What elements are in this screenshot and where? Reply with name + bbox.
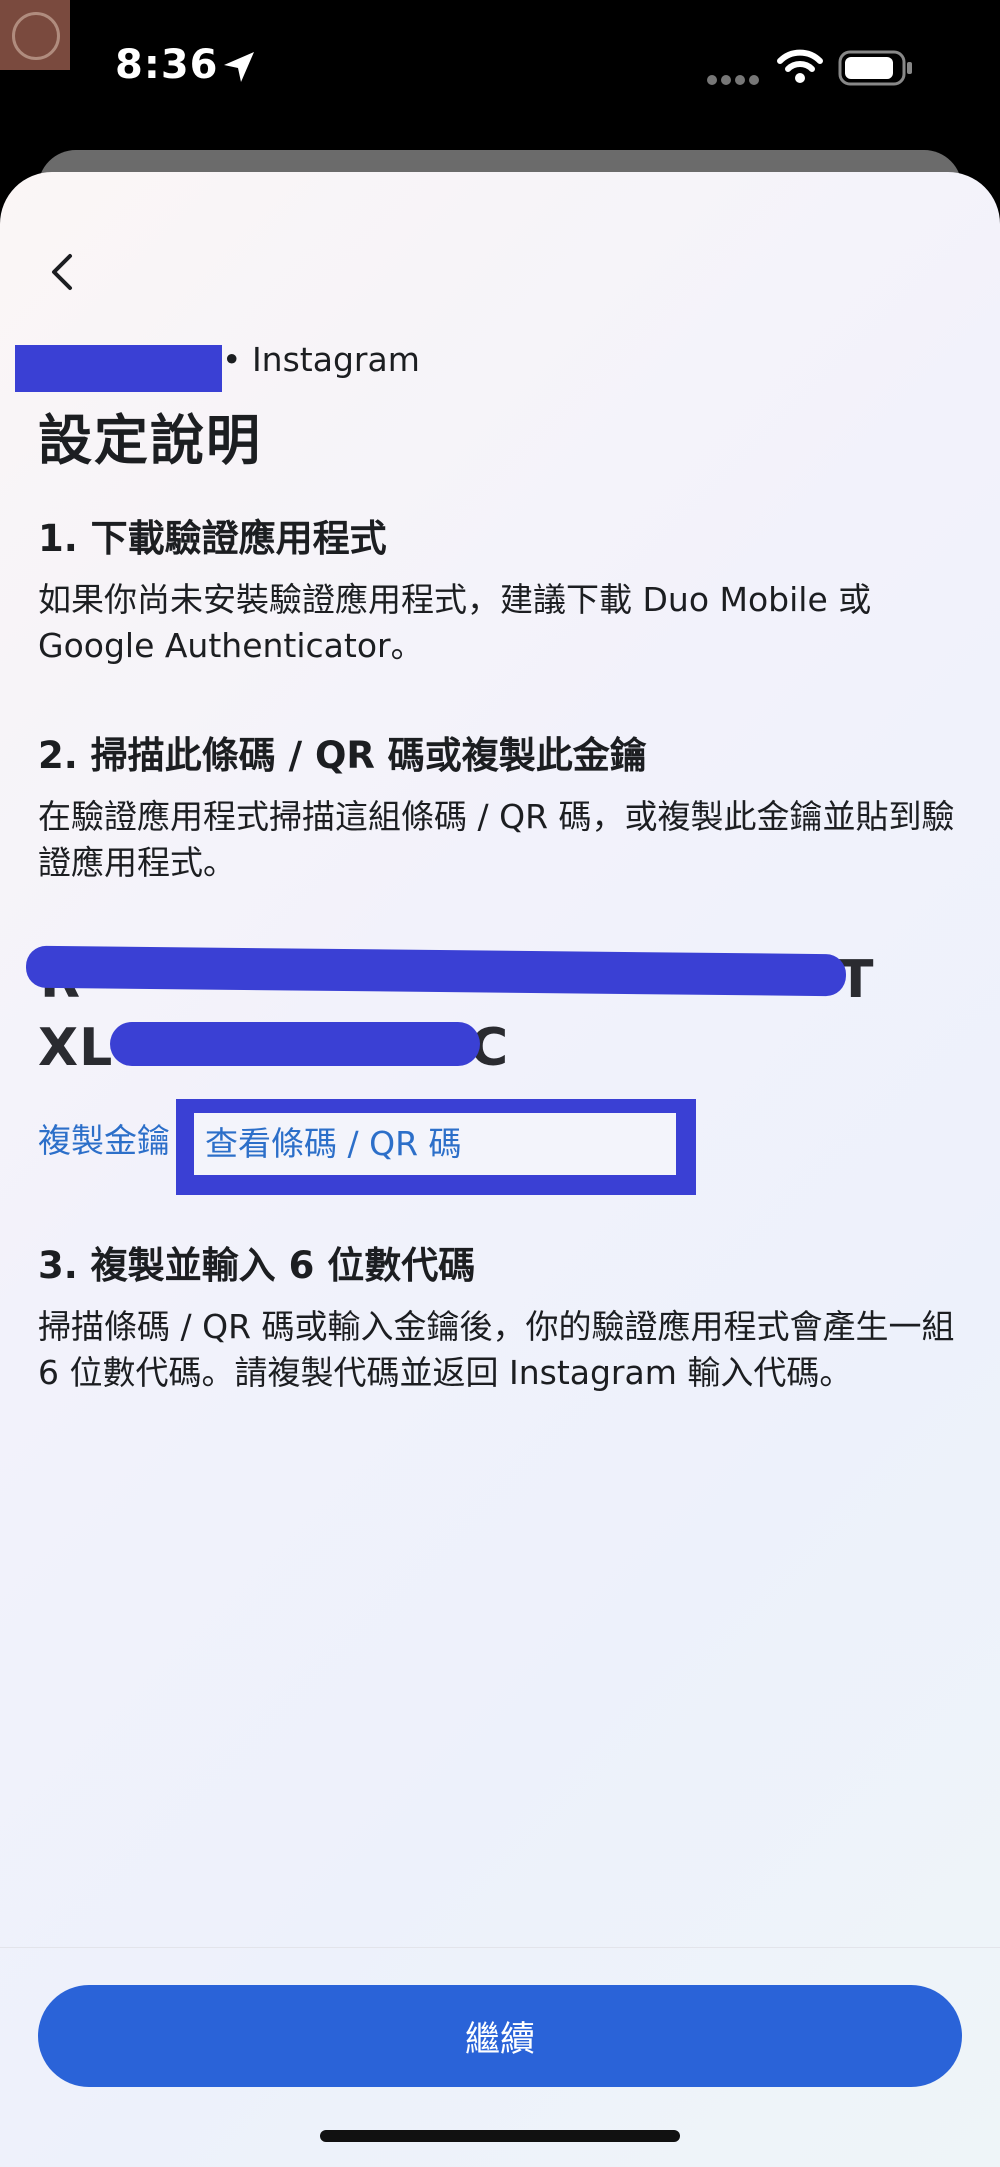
key-line-2-start: XL — [38, 1018, 114, 1078]
home-indicator — [320, 2130, 680, 2142]
secret-key: R T XL C — [25, 945, 930, 1078]
copy-key-link[interactable]: 複製金鑰 — [38, 1114, 170, 1162]
view-qr-code-link[interactable]: 查看條碼 / QR 碼 — [205, 1117, 462, 1165]
setup-sheet: • Instagram 設定說明 1. 下載驗證應用程式 如果你尚未安裝驗證應用… — [0, 172, 1000, 2167]
page-title: 設定說明 — [38, 409, 262, 472]
avatar — [0, 0, 70, 70]
chevron-left-icon — [52, 254, 72, 290]
step-2-heading: 2. 掃描此條碼 / QR 碼或複製此金鑰 — [38, 734, 647, 777]
status-bar: 8:36 — [0, 0, 1000, 150]
wifi-icon — [777, 48, 823, 88]
redacted-account-name — [15, 345, 222, 392]
location-arrow-icon — [222, 50, 256, 88]
step-3-heading: 3. 複製並輸入 6 位數代碼 — [38, 1244, 476, 1287]
key-redaction-1 — [25, 945, 847, 997]
footer-divider — [0, 1947, 1000, 1948]
back-button[interactable] — [36, 242, 96, 302]
status-time: 8:36 — [115, 42, 219, 88]
step-1-body: 如果你尚未安裝驗證應用程式，建議下載 Duo Mobile 或 Google A… — [38, 580, 872, 665]
continue-button[interactable]: 繼續 — [38, 1985, 962, 2087]
key-redaction-2 — [110, 1022, 480, 1066]
signal-dots-icon — [706, 71, 762, 90]
battery-icon — [838, 50, 914, 90]
step-1-heading: 1. 下載驗證應用程式 — [38, 517, 387, 560]
step-2-body: 在驗證應用程式掃描這組條碼 / QR 碼，或複製此金鑰並貼到驗證應用程式。 — [38, 797, 955, 882]
account-platform: • Instagram — [222, 340, 420, 379]
step-3-body: 掃描條碼 / QR 碼或輸入金鑰後，你的驗證應用程式會產生一組 6 位數代碼。請… — [38, 1307, 955, 1392]
